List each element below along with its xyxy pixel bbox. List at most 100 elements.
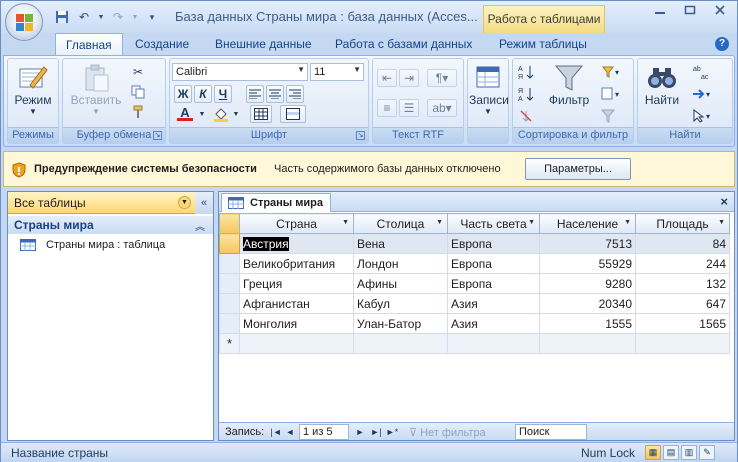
find-button[interactable]: Найти (640, 63, 684, 107)
current-record-field[interactable]: 1 из 5 (299, 424, 349, 440)
sort-descending-icon[interactable]: ЯА (517, 85, 535, 103)
selection-filter-icon[interactable]: ▾ (599, 63, 627, 81)
highlight-icon[interactable]: ab▾ (427, 99, 457, 117)
document-tab[interactable]: Страны мира (221, 193, 331, 212)
next-record-icon[interactable]: ► (353, 425, 367, 439)
tab-create[interactable]: Создание (125, 33, 199, 55)
table-cell[interactable]: 20340 (539, 293, 636, 314)
font-launcher-icon[interactable]: ↘ (356, 131, 365, 140)
paragraph-direction-icon[interactable]: ¶▾ (427, 69, 457, 87)
table-cell[interactable]: 7513 (539, 233, 636, 254)
table-cell[interactable]: 132 (635, 273, 730, 294)
select-icon[interactable]: ▾ (690, 107, 716, 125)
table-cell[interactable]: Улан-Батор (353, 313, 448, 334)
table-cell[interactable]: Афганистан (239, 293, 354, 314)
column-header[interactable]: Часть света ▼ (447, 213, 540, 234)
collapse-pane-icon[interactable]: « (195, 192, 213, 214)
font-color-button[interactable]: A (174, 105, 196, 123)
column-header[interactable]: Площадь ▼ (635, 213, 730, 234)
row-selector[interactable] (219, 273, 240, 294)
format-painter-icon[interactable] (129, 103, 147, 121)
datasheet-view-icon[interactable]: ▦ (645, 445, 661, 460)
table-cell[interactable]: 1565 (635, 313, 730, 334)
font-size-select[interactable]: 11 ▼ (310, 63, 364, 81)
table-cell[interactable]: 84 (635, 233, 730, 254)
table-cell[interactable]: Греция (239, 273, 354, 294)
table-cell[interactable] (635, 333, 730, 354)
security-options-button[interactable]: Параметры... (525, 158, 631, 180)
row-selector[interactable] (219, 253, 240, 274)
bold-button[interactable]: Ж (174, 85, 192, 103)
row-selector[interactable] (219, 233, 240, 254)
undo-icon[interactable]: ↶ (75, 8, 93, 26)
table-cell[interactable] (539, 333, 636, 354)
column-header[interactable]: Страна ▼ (239, 213, 354, 234)
close-icon[interactable] (705, 1, 735, 19)
align-left-icon[interactable] (246, 85, 264, 103)
table-cell[interactable]: Азия (447, 313, 540, 334)
table-cell[interactable]: Европа (447, 253, 540, 274)
last-record-icon[interactable]: ►| (369, 425, 383, 439)
nav-pane-header[interactable]: Все таблицы ▼ (8, 192, 195, 214)
records-button[interactable]: Записи ▼ (469, 63, 509, 116)
undo-dropdown-icon[interactable]: ▼ (97, 8, 105, 26)
align-center-icon[interactable] (266, 85, 284, 103)
chevron-down-icon[interactable]: ▼ (342, 219, 349, 226)
align-right-icon[interactable] (286, 85, 304, 103)
goto-icon[interactable]: ▾ (690, 85, 716, 103)
numbered-list-icon[interactable]: ≡ (377, 99, 397, 117)
fill-color-icon[interactable] (210, 105, 232, 123)
save-icon[interactable] (53, 8, 71, 26)
view-button[interactable]: Режим ▼ (10, 63, 56, 116)
nav-item-table[interactable]: Страны мира : таблица (8, 236, 213, 256)
sort-ascending-icon[interactable]: АЯ (517, 63, 535, 81)
column-header[interactable]: Столица ▼ (353, 213, 448, 234)
table-cell[interactable]: 55929 (539, 253, 636, 274)
chevron-down-icon[interactable]: ▼ (178, 196, 191, 209)
copy-icon[interactable] (129, 83, 147, 101)
clear-sort-icon[interactable] (517, 107, 535, 125)
table-cell[interactable]: 9280 (539, 273, 636, 294)
office-button[interactable] (5, 3, 43, 41)
new-record-icon[interactable]: ►* (385, 425, 399, 439)
design-view-icon[interactable]: ✎ (699, 445, 715, 460)
advanced-filter-icon[interactable]: ▾ (599, 85, 627, 103)
row-selector[interactable] (219, 293, 240, 314)
clipboard-launcher-icon[interactable]: ↘ (153, 131, 162, 140)
table-cell[interactable]: Кабул (353, 293, 448, 314)
previous-record-icon[interactable]: ◄ (283, 425, 297, 439)
row-selector[interactable] (219, 313, 240, 334)
redo-icon[interactable]: ↷ (109, 8, 127, 26)
chevron-down-icon[interactable]: ▼ (528, 219, 535, 226)
table-cell[interactable]: Азия (447, 293, 540, 314)
table-cell[interactable]: Великобритания (239, 253, 354, 274)
italic-button[interactable]: К (194, 85, 212, 103)
bullet-list-icon[interactable]: ☰ (399, 99, 419, 117)
cut-icon[interactable]: ✂ (129, 63, 147, 81)
gridlines-icon[interactable] (250, 105, 272, 123)
nav-group-header[interactable]: Страны мира ︽ (8, 216, 213, 234)
select-all-corner[interactable] (219, 213, 240, 234)
minimize-icon[interactable] (645, 1, 675, 19)
tab-datasheet[interactable]: Режим таблицы (489, 33, 597, 55)
table-cell[interactable]: Монголия (239, 313, 354, 334)
search-field[interactable]: Поиск (515, 424, 587, 440)
no-filter-indicator[interactable]: ⊽ Нет фильтра (409, 426, 486, 439)
decrease-indent-icon[interactable]: ⇤ (377, 69, 397, 87)
pivot-chart-view-icon[interactable]: ▥ (681, 445, 697, 460)
chevron-down-icon[interactable]: ▼ (624, 219, 631, 226)
customize-toolbar-icon[interactable]: ▾ (143, 8, 161, 26)
table-cell[interactable]: Европа (447, 273, 540, 294)
close-document-icon[interactable]: × (720, 194, 728, 209)
tab-home[interactable]: Главная (55, 33, 123, 55)
table-cell[interactable] (447, 333, 540, 354)
chevron-down-icon[interactable]: ▼ (436, 219, 443, 226)
font-name-select[interactable]: Calibri ▼ (172, 63, 308, 81)
underline-button[interactable]: Ч (214, 85, 232, 103)
paste-button[interactable]: Вставить ▼ (67, 63, 125, 116)
table-cell[interactable]: 1555 (539, 313, 636, 334)
chevron-up-icon[interactable]: ︽ (195, 218, 205, 233)
tab-external-data[interactable]: Внешние данные (205, 33, 322, 55)
chevron-down-icon[interactable]: ▼ (198, 105, 206, 123)
table-cell[interactable]: Европа (447, 233, 540, 254)
